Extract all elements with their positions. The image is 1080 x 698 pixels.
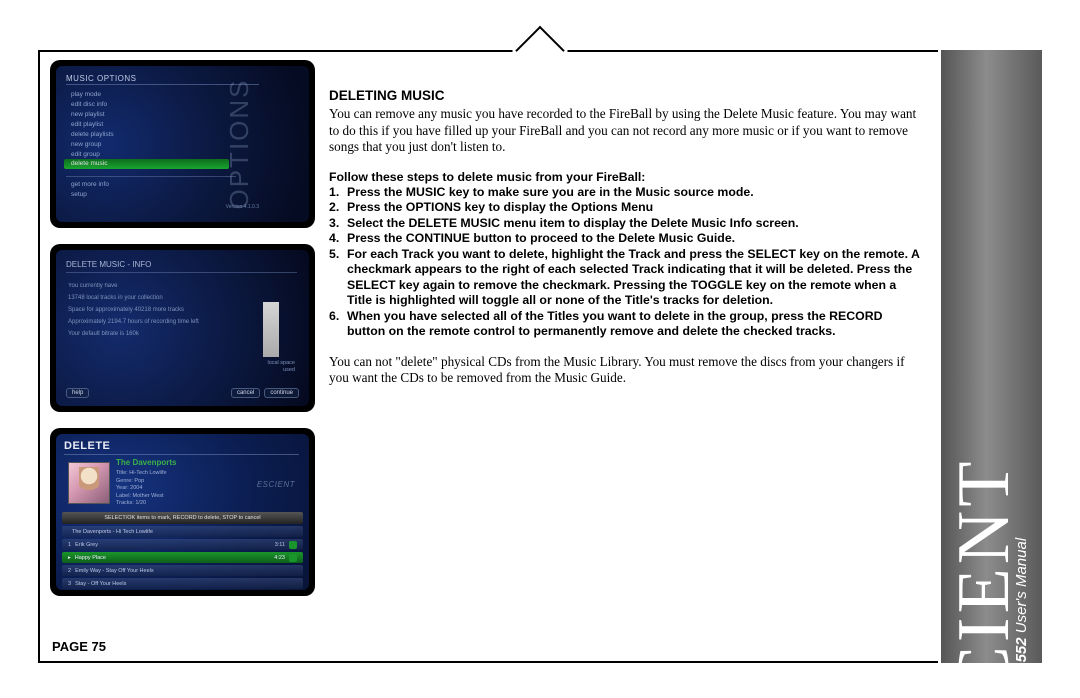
screenshot-delete-guide: DELETE The Davenports Title: Hi-Tech Low… — [50, 428, 315, 596]
screen3-album-meta: Title: Hi-Tech Lowlife Genre: Pop Year: … — [116, 470, 167, 508]
page-content: MUSIC OPTIONS play mode edit disc info n… — [50, 60, 920, 650]
step-item: Select the DELETE MUSIC menu item to dis… — [329, 216, 920, 232]
page-number: PAGE 75 — [52, 639, 106, 654]
screen2-bar-label: local space used — [267, 360, 295, 374]
screenshot-options-menu: MUSIC OPTIONS play mode edit disc info n… — [50, 60, 315, 228]
screen3-album-name: The Davenports — [116, 458, 176, 467]
screen1-menu-items: play mode edit disc info new playlist ed… — [71, 90, 114, 170]
section-heading: DELETING MUSIC — [329, 88, 920, 103]
screen3-escient-logo: ESCIENT — [257, 480, 295, 489]
brand-sidebar: ESCIENT® FireBall™ DVDM-552 User's Manua… — [938, 50, 1042, 663]
screen1-title: MUSIC OPTIONS — [66, 74, 137, 83]
checkmark-icon — [289, 541, 297, 549]
screen3-track-row: ▸Happy Place4:23 — [62, 552, 303, 563]
steps-lead: Follow these steps to delete music from … — [329, 170, 920, 184]
screen1-version: Version 4.1.0.3 — [226, 204, 259, 210]
step-item: When you have selected all of the Titles… — [329, 309, 920, 340]
screen3-track-row: The Davenports - Hi Tech Lowlife — [62, 526, 303, 537]
closing-paragraph: You can not "delete" physical CDs from t… — [329, 354, 920, 387]
intro-paragraph: You can remove any music you have record… — [329, 106, 920, 156]
steps-list: Press the MUSIC key to make sure you are… — [329, 185, 920, 340]
screen1-highlight-text: delete music — [71, 159, 108, 169]
screen1-options-label: OPTIONS — [224, 78, 255, 209]
screen2-body: You currently have 13748 local tracks in… — [68, 280, 199, 340]
brand-logo: ESCIENT® — [954, 440, 1015, 663]
screen3-track-row: 1Erik Grey3:11 — [62, 539, 303, 550]
text-column: DELETING MUSIC You can remove any music … — [329, 60, 920, 650]
step-item: Press the CONTINUE button to proceed to … — [329, 231, 920, 247]
screen3-title: DELETE — [64, 440, 110, 452]
checkmark-icon — [289, 554, 297, 562]
step-item: Press the OPTIONS key to display the Opt… — [329, 200, 920, 216]
screen2-usage-bar — [263, 302, 279, 357]
screenshots-column: MUSIC OPTIONS play mode edit disc info n… — [50, 60, 315, 650]
screen2-cancel-button: cancel — [231, 388, 260, 398]
step-item: Press the MUSIC key to make sure you are… — [329, 185, 920, 201]
screen3-instruction-bar: SELECT/OK items to mark, RECORD to delet… — [62, 512, 303, 524]
screen2-continue-button: continue — [264, 388, 299, 398]
screen3-track-row: 3Stay - Off Your Heels — [62, 578, 303, 589]
screenshot-delete-info: DELETE MUSIC - INFO You currently have 1… — [50, 244, 315, 412]
screen3-track-list: The Davenports - Hi Tech Lowlife 1Erik Gr… — [62, 526, 303, 590]
screen2-help-button: help — [66, 388, 89, 398]
screen1-menu-after: get more info setup — [71, 180, 109, 200]
screen3-track-row: 2Emily Way - Stay Off Your Heels — [62, 565, 303, 576]
step-item: For each Track you want to delete, highl… — [329, 247, 920, 309]
screen2-title: DELETE MUSIC - INFO — [66, 260, 151, 269]
screen3-album-art — [68, 462, 110, 504]
brand-text: ESCIENT — [943, 458, 1025, 663]
